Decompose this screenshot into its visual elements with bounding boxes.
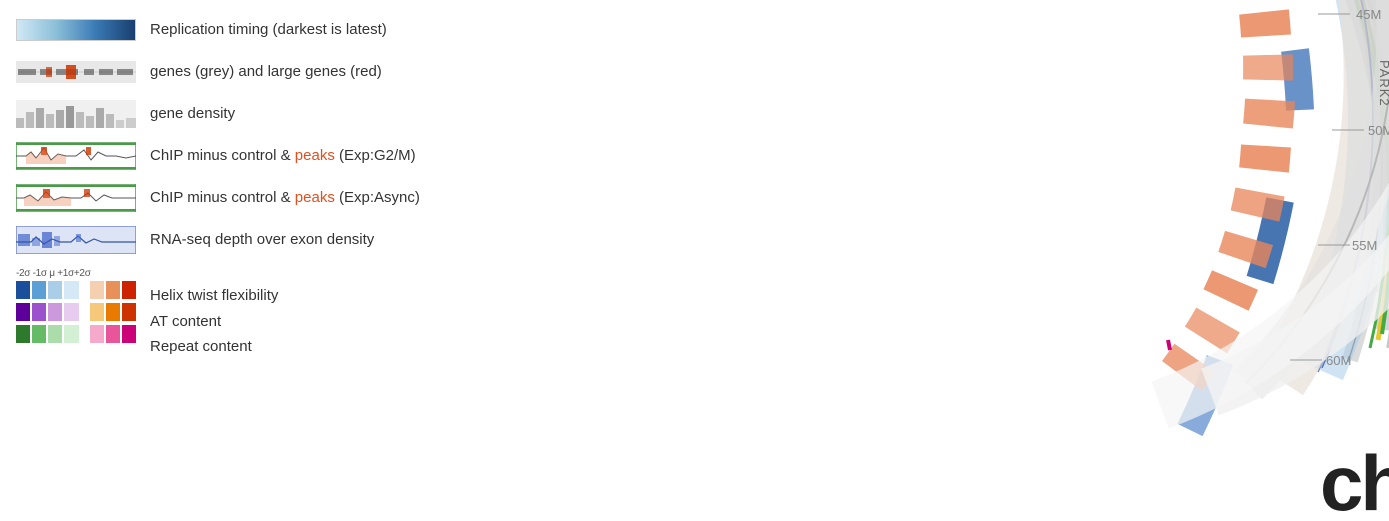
label-chip-async: ChIP minus control & peaks (Exp:Async)	[150, 188, 420, 208]
label-rnaseq: RNA-seq depth over exon density	[150, 230, 374, 250]
sigma-label: -2σ -1σ μ +1σ+2σ	[16, 268, 136, 279]
svg-text:PARK2: PARK2	[1377, 60, 1389, 107]
svg-text:50M: 50M	[1368, 123, 1389, 138]
svg-text:55M: 55M	[1352, 238, 1377, 253]
viz-panel: 45M 50M 55M 60M PARK2 chr 3	[440, 0, 1389, 521]
label-replication: Replication timing (darkest is latest)	[150, 20, 387, 40]
svg-text:60M: 60M	[1326, 353, 1351, 368]
legend-row-chip-async: ChIP minus control & peaks (Exp:Async)	[16, 180, 464, 216]
swatch-gene-density	[16, 99, 136, 129]
swatch-genes	[16, 57, 136, 87]
svg-text:45M: 45M	[1356, 7, 1381, 22]
legend-row-scales: -2σ -1σ μ +1σ+2σ	[16, 268, 464, 348]
legend-row-chip-g2m: ChIP minus control & peaks (Exp:G2/M)	[16, 138, 464, 174]
legend-row-replication: Replication timing (darkest is latest)	[16, 12, 464, 48]
legend-panel: Replication timing (darkest is latest) g…	[0, 0, 480, 521]
label-chip-g2m: ChIP minus control & peaks (Exp:G2/M)	[150, 146, 416, 166]
label-genes: genes (grey) and large genes (red)	[150, 62, 382, 82]
swatch-replication	[16, 15, 136, 45]
label-helix: Helix twist flexibility	[150, 286, 278, 306]
label-at-content: AT content	[150, 312, 278, 332]
swatch-chip-g2m	[16, 141, 136, 171]
label-repeat: Repeat content	[150, 337, 278, 357]
swatch-rnaseq	[16, 225, 136, 255]
legend-row-rnaseq: RNA-seq depth over exon density	[16, 222, 464, 258]
label-gene-density: gene density	[150, 104, 235, 124]
legend-row-genes: genes (grey) and large genes (red)	[16, 54, 464, 90]
swatch-chip-async	[16, 183, 136, 213]
legend-row-gene-density: gene density	[16, 96, 464, 132]
svg-text:chr 3: chr 3	[1320, 439, 1389, 521]
